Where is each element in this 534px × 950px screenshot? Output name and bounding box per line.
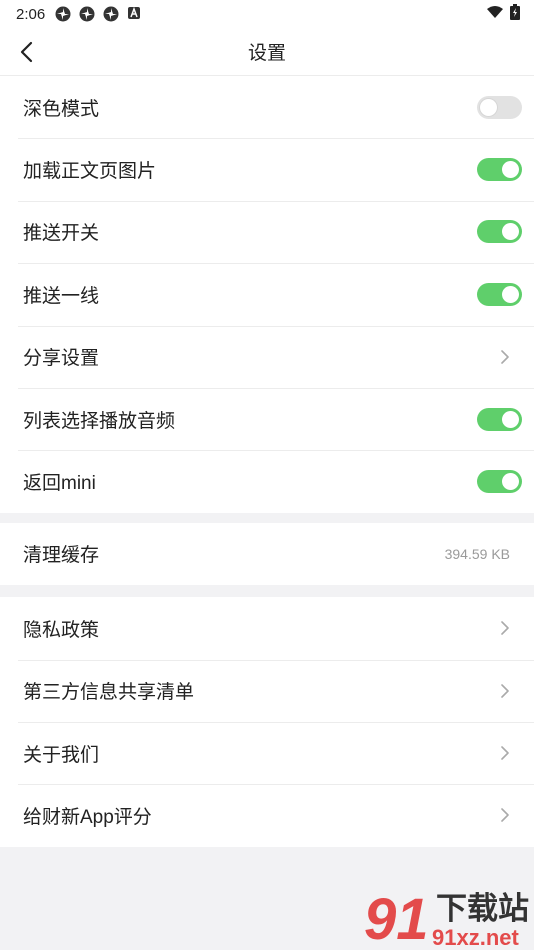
setting-push-frontline[interactable]: 推送一线 (0, 263, 534, 325)
dark-mode-toggle[interactable] (477, 95, 522, 119)
return-mini-toggle[interactable] (477, 470, 522, 494)
pinwheel-icon (103, 6, 119, 22)
setting-rate-app[interactable]: 给财新App评分 (0, 784, 534, 846)
chevron-right-icon (496, 682, 514, 700)
setting-label: 关于我们 (23, 744, 100, 766)
setting-label: 加载正文页图片 (23, 161, 157, 183)
app-header: 设置 (0, 28, 534, 76)
setting-label: 第三方信息共享清单 (23, 682, 195, 704)
setting-label: 隐私政策 (23, 619, 100, 641)
wifi-icon (486, 5, 504, 23)
autoplay-audio-toggle[interactable] (477, 407, 522, 431)
settings-group-about: 隐私政策 第三方信息共享清单 关于我们 给财新App评分 (0, 597, 534, 847)
setting-label: 返回mini (23, 473, 96, 495)
setting-push[interactable]: 推送开关 (0, 200, 534, 263)
svg-text:下载站: 下载站 (436, 891, 529, 927)
setting-label: 深色模式 (23, 98, 100, 120)
setting-share[interactable]: 分享设置 (0, 325, 534, 388)
chevron-right-icon (496, 806, 514, 824)
push-toggle[interactable] (477, 220, 522, 244)
setting-load-images[interactable]: 加载正文页图片 (0, 138, 534, 200)
chevron-right-icon (496, 744, 514, 762)
page-title: 设置 (247, 43, 286, 64)
setting-autoplay-audio[interactable]: 列表选择播放音频 (0, 387, 534, 450)
setting-label: 给财新App评分 (23, 806, 152, 828)
pinwheel-icon (55, 6, 71, 22)
svg-text:91xz.net: 91xz.net (432, 925, 519, 950)
setting-third-party-list[interactable]: 第三方信息共享清单 (0, 659, 534, 722)
setting-clear-cache[interactable]: 清理缓存 394.59 KB (0, 523, 534, 585)
push-frontline-toggle[interactable] (477, 282, 522, 306)
pinwheel-icon (79, 6, 95, 22)
battery-icon (510, 4, 520, 24)
svg-text:91: 91 (364, 887, 429, 950)
settings-group-cache: 清理缓存 394.59 KB (0, 522, 534, 586)
load-images-toggle[interactable] (477, 158, 522, 182)
setting-label: 分享设置 (23, 348, 100, 370)
status-bar: 2:06 (0, 0, 534, 28)
letter-a-icon (127, 6, 143, 22)
setting-return-mini[interactable]: 返回mini (0, 450, 534, 512)
back-arrow-icon[interactable] (16, 40, 40, 64)
setting-label: 列表选择播放音频 (23, 410, 176, 432)
setting-privacy-policy[interactable]: 隐私政策 (0, 597, 534, 659)
setting-label: 推送一线 (23, 285, 100, 307)
chevron-right-icon (496, 619, 514, 637)
watermark-logo: 91 下载站 91xz.net (364, 887, 529, 950)
status-time: 2:06 (16, 5, 46, 23)
setting-dark-mode[interactable]: 深色模式 (0, 76, 534, 138)
chevron-right-icon (496, 348, 514, 366)
cache-size: 394.59 KB (444, 545, 510, 562)
setting-label: 推送开关 (23, 223, 100, 245)
settings-group-preferences: 深色模式 加载正文页图片 推送开关 推送一线 分享设置 列表选择播放音频 返回m… (0, 76, 534, 513)
setting-label: 清理缓存 (23, 545, 100, 567)
setting-about-us[interactable]: 关于我们 (0, 721, 534, 784)
site-watermark: 91 下载站 91xz.net (362, 883, 534, 950)
